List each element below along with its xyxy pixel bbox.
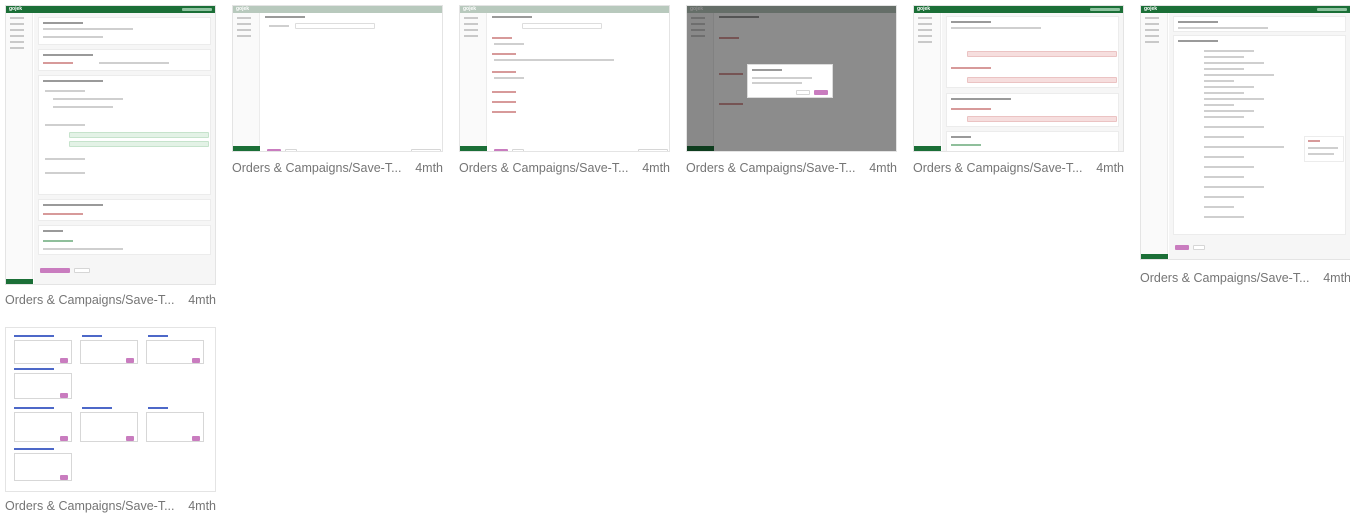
frame-age: 4mth: [188, 293, 216, 307]
gojek-logo: gojek: [917, 6, 931, 12]
frame-age: 4mth: [1096, 161, 1124, 175]
frame-title: Orders & Campaigns/Save-T...: [5, 293, 175, 307]
frame-thumbnail[interactable]: [5, 327, 216, 492]
frame-age: 4mth: [1323, 271, 1350, 285]
frame-age: 4mth: [188, 499, 216, 513]
frame-thumbnail[interactable]: gojek: [232, 5, 443, 152]
modal-dialog: [747, 64, 833, 98]
gojek-logo: gojek: [1144, 6, 1158, 12]
frame-thumbnail[interactable]: gojek: [686, 5, 897, 152]
frame-title: Orders & Campaigns/Save-T...: [5, 499, 175, 513]
frame-title: Orders & Campaigns/Save-T...: [913, 161, 1083, 175]
sidebar: [460, 13, 487, 151]
sidebar: [6, 13, 33, 284]
frame-age: 4mth: [869, 161, 897, 175]
frame-thumbnail[interactable]: gojek: [913, 5, 1124, 152]
frame-title: Orders & Campaigns/Save-T...: [686, 161, 856, 175]
gojek-logo: gojek: [9, 6, 23, 12]
frame-thumbnail[interactable]: gojek: [5, 5, 216, 285]
frame-age: 4mth: [642, 161, 670, 175]
sidebar: [1141, 13, 1168, 259]
gojek-logo: gojek: [463, 6, 477, 12]
frame-title: Orders & Campaigns/Save-T...: [459, 161, 629, 175]
frame-thumbnail[interactable]: gojek: [1140, 5, 1350, 260]
sidebar: [233, 13, 260, 151]
frame-age: 4mth: [415, 161, 443, 175]
frame-thumbnail[interactable]: gojek: [459, 5, 670, 152]
frame-title: Orders & Campaigns/Save-T...: [232, 161, 402, 175]
gojek-logo: gojek: [236, 6, 250, 12]
frame-title: Orders & Campaigns/Save-T...: [1140, 271, 1310, 285]
sidebar: [914, 13, 941, 151]
